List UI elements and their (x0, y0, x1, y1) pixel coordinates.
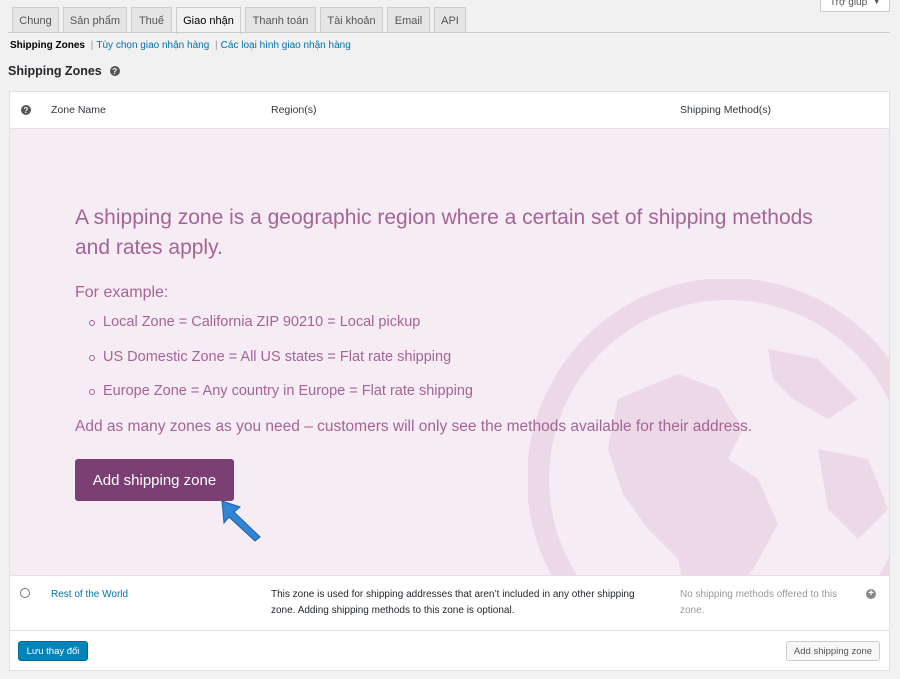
table-footer: Lưu thay đổi Add shipping zone (10, 631, 889, 671)
help-question-icon[interactable]: ? (109, 66, 120, 76)
help-button[interactable]: Trợ giúp ▼ (820, 0, 890, 12)
caret-down-icon: ▼ (873, 0, 881, 6)
globe-icon (20, 588, 30, 598)
zone-methods-text: No shipping methods offered to this zone… (680, 589, 838, 616)
list-item: US Domestic Zone = All US states = Flat … (75, 349, 835, 384)
tab-email[interactable]: Email (387, 7, 430, 33)
table-row: Rest of the World This zone is used for … (10, 575, 889, 631)
blank-state-panel: A shipping zone is a geographic region w… (10, 129, 889, 575)
zone-region-text: This zone is used for shipping addresses… (271, 589, 635, 616)
tab-san-pham[interactable]: Sản phẩm (63, 7, 127, 33)
pointer-arrow-icon (221, 500, 261, 542)
tab-thanh-toan[interactable]: Thanh toán (245, 7, 316, 33)
tab-divider (8, 32, 890, 33)
shipping-zones-table: ? Zone Name Region(s) Shipping Method(s)… (9, 91, 890, 671)
add-shipping-zone-footer-button[interactable]: Add shipping zone (786, 641, 880, 661)
subnav-current: Shipping Zones (10, 40, 85, 51)
example-list: Local Zone = California ZIP 90210 = Loca… (75, 314, 835, 418)
subnav-separator: | (90, 40, 94, 51)
tab-giao-nhan[interactable]: Giao nhận (176, 7, 241, 34)
subnav-link-shipping-options[interactable]: Tùy chọn giao nhận hàng (96, 40, 209, 51)
blank-state-example-label: For example: (75, 284, 169, 301)
tab-thue[interactable]: Thuế (131, 7, 172, 33)
save-changes-button[interactable]: Lưu thay đổi (18, 641, 88, 661)
header-shipping-methods: Shipping Method(s) (680, 104, 772, 116)
blank-state-note: Add as many zones as you need – customer… (75, 417, 753, 435)
tab-chung[interactable]: Chung (12, 7, 59, 33)
blank-state-message: A shipping zone is a geographic region w… (75, 203, 835, 436)
header-question-icon: ? (21, 105, 31, 115)
tab-api[interactable]: API (434, 7, 466, 33)
subnav-link-shipping-classes[interactable]: Các loại hình giao nhận hàng (221, 40, 351, 51)
add-shipping-zone-button[interactable]: Add shipping zone (75, 459, 234, 501)
subnav-separator: | (215, 40, 218, 51)
section-subnav: Shipping Zones | Tùy chọn giao nhận hàng … (10, 40, 351, 51)
page-title: Shipping Zones ? (8, 64, 120, 78)
add-method-plus-icon[interactable]: + (866, 589, 876, 599)
table-header: ? Zone Name Region(s) Shipping Method(s) (10, 92, 889, 129)
header-regions: Region(s) (271, 104, 317, 116)
settings-tabs: Chung Sản phẩm Thuế Giao nhận Thanh toán… (0, 0, 900, 34)
tab-tai-khoan[interactable]: Tài khoản (320, 7, 383, 33)
list-item: Europe Zone = Any country in Europe = Fl… (75, 383, 835, 418)
header-zone-name: Zone Name (51, 104, 106, 116)
zone-name-link[interactable]: Rest of the World (51, 587, 128, 603)
list-item: Local Zone = California ZIP 90210 = Loca… (75, 314, 835, 349)
blank-state-lead: A shipping zone is a geographic region w… (75, 206, 813, 259)
